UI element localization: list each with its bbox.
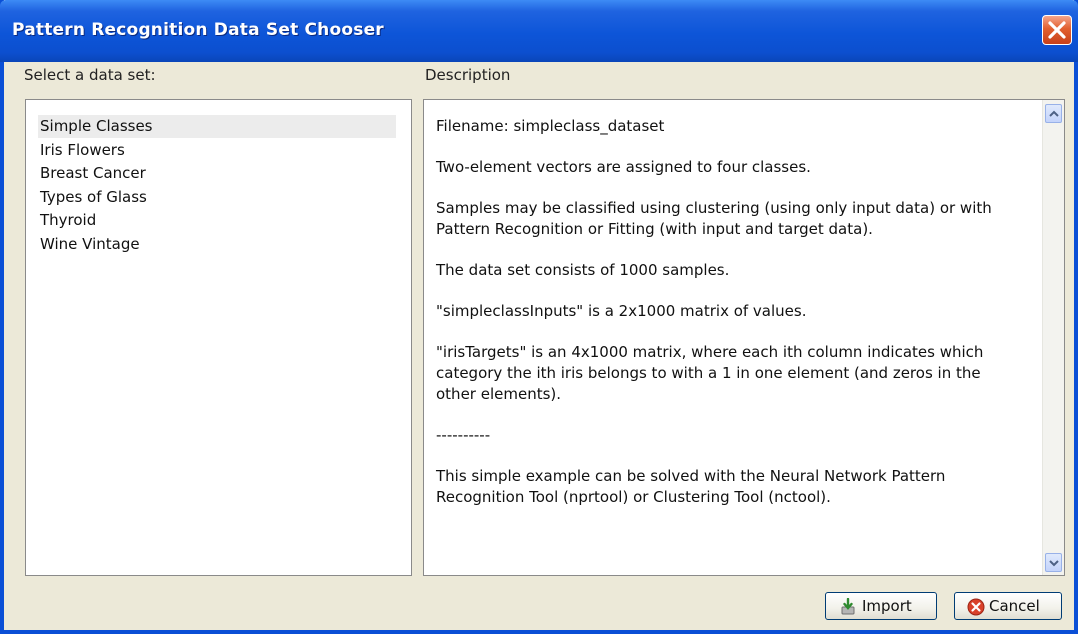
cancel-icon [967, 598, 985, 616]
window-title: Pattern Recognition Data Set Chooser [12, 20, 384, 40]
description-text: Filename: simpleclass_dataset Two-elemen… [436, 116, 1018, 528]
close-button[interactable] [1042, 15, 1072, 45]
chevron-down-icon [1049, 560, 1059, 567]
list-item-iris-flowers[interactable]: Iris Flowers [38, 139, 396, 162]
import-icon [841, 598, 855, 615]
dataset-list-label: Select a data set: [24, 66, 156, 84]
description-paragraph: The data set consists of 1000 samples. [436, 261, 730, 279]
close-icon [1048, 21, 1066, 39]
description-panel: Filename: simpleclass_dataset Two-elemen… [423, 99, 1065, 576]
description-paragraph: Samples may be classified using clusteri… [436, 199, 992, 238]
description-paragraph: Filename: simpleclass_dataset [436, 117, 665, 135]
list-item-breast-cancer[interactable]: Breast Cancer [38, 162, 396, 185]
description-paragraph: Two-element vectors are assigned to four… [436, 158, 811, 176]
list-item-simple-classes[interactable]: Simple Classes [38, 115, 396, 138]
list-item-thyroid[interactable]: Thyroid [38, 209, 396, 232]
description-paragraph: "simpleclassInputs" is a 2x1000 matrix o… [436, 302, 807, 320]
description-separator: ---------- [436, 426, 491, 444]
description-label: Description [425, 66, 511, 84]
dialog-window: Pattern Recognition Data Set Chooser Sel… [0, 0, 1078, 634]
list-item-wine-vintage[interactable]: Wine Vintage [38, 233, 396, 256]
list-item-types-of-glass[interactable]: Types of Glass [38, 186, 396, 209]
import-button[interactable]: Import [825, 592, 937, 620]
scroll-down-button[interactable] [1045, 553, 1062, 572]
title-bar: Pattern Recognition Data Set Chooser [0, 0, 1078, 62]
description-scrollbar[interactable] [1042, 100, 1064, 575]
scroll-up-button[interactable] [1045, 104, 1062, 123]
description-paragraph: "irisTargets" is an 4x1000 matrix, where… [436, 343, 984, 403]
chevron-up-icon [1049, 110, 1059, 117]
cancel-button-label: Cancel [989, 597, 1040, 615]
dataset-list[interactable]: Simple Classes Iris Flowers Breast Cance… [25, 99, 412, 576]
import-button-label: Import [862, 597, 912, 615]
cancel-button[interactable]: Cancel [954, 592, 1062, 620]
description-paragraph: This simple example can be solved with t… [436, 467, 946, 506]
